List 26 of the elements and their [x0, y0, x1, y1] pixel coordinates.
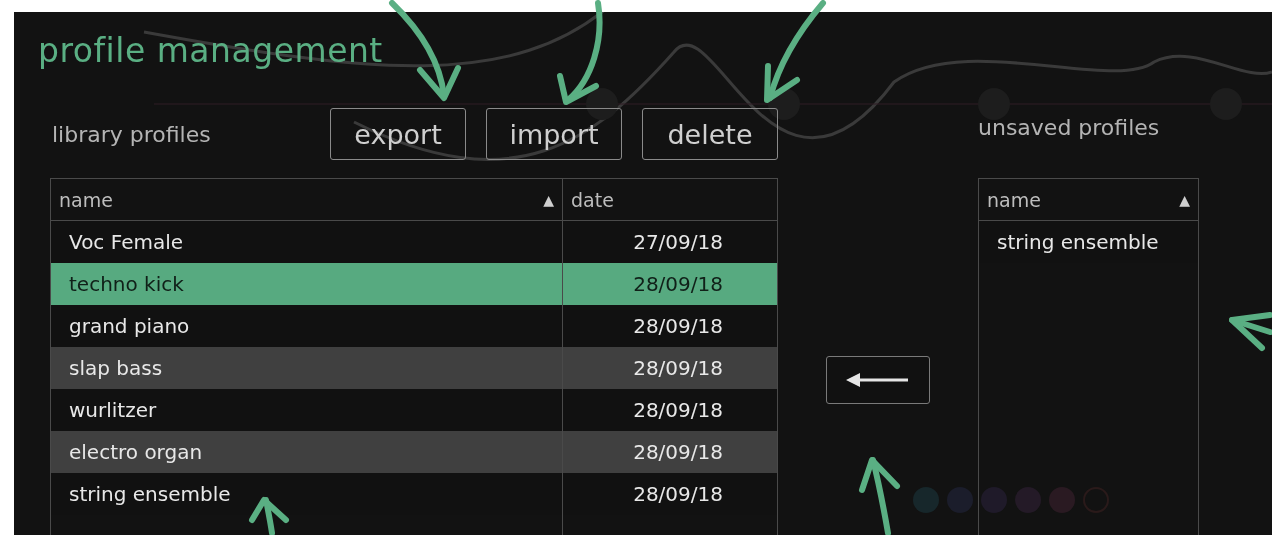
table-cell-text: string ensemble — [68, 481, 232, 508]
graph-node — [768, 88, 800, 120]
column-header[interactable]: date — [562, 179, 777, 220]
column-header[interactable]: name ▲ — [979, 179, 1198, 220]
move-button[interactable] — [826, 356, 930, 404]
column-header[interactable]: name ▲ — [51, 179, 562, 220]
graph-node — [586, 88, 618, 120]
table-cell-text: slap bass — [68, 355, 164, 382]
table-cell-text: electro organ — [68, 439, 204, 466]
sort-arrow-icon: ▲ — [543, 191, 554, 208]
section-label: unsaved profiles — [978, 114, 1160, 140]
sort-arrow-icon: ▲ — [1179, 191, 1190, 208]
panel-title: profile management — [38, 34, 384, 68]
table-row[interactable]: techno kick 28/09/18 — [51, 263, 777, 305]
section-label: library profiles — [51, 121, 212, 147]
toolbar-button[interactable]: delete — [642, 108, 778, 160]
table-cell: 28/09/18 — [562, 473, 777, 515]
table-row[interactable]: slap bass 28/09/18 — [51, 347, 777, 389]
table-cell-text: Voc Female — [68, 229, 185, 256]
toolbar-button[interactable]: export — [330, 108, 466, 160]
toolbar-button[interactable]: import — [486, 108, 622, 160]
table-cell-text: grand piano — [68, 313, 191, 340]
table-cell-text: wurlitzer — [68, 397, 158, 424]
table-cell-text: techno kick — [68, 271, 185, 298]
table-row[interactable]: electro organ 28/09/18 — [51, 431, 777, 473]
left-arrow-icon — [846, 371, 910, 389]
